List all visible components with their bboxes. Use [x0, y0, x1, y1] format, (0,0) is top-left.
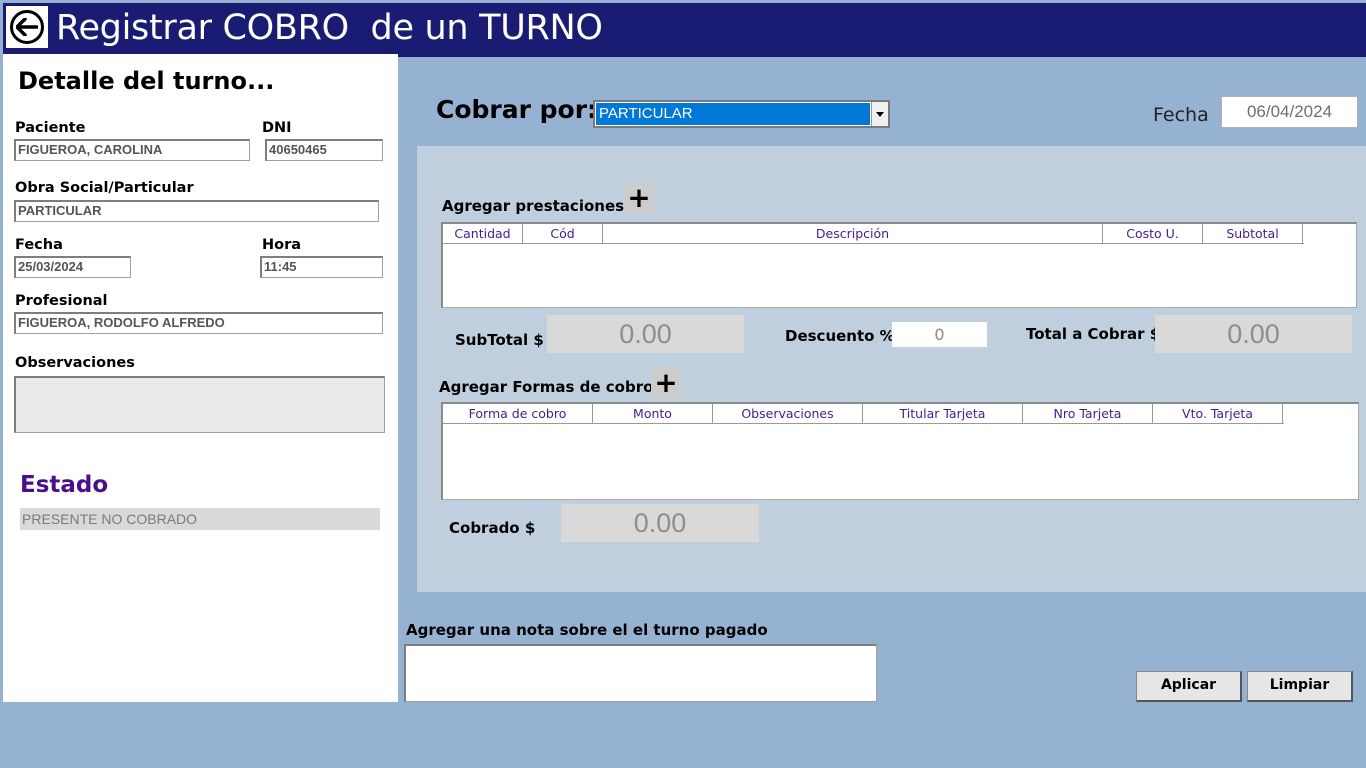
- cobrado-value: 0.00: [561, 504, 759, 542]
- plus-icon: +: [627, 181, 651, 214]
- cobrar-por-value: PARTICULAR: [596, 103, 870, 125]
- col-descripcion[interactable]: Descripción: [603, 224, 1103, 243]
- paciente-label: Paciente: [15, 120, 86, 136]
- descuento-input[interactable]: 0: [892, 322, 987, 347]
- limpiar-button[interactable]: Limpiar: [1247, 671, 1353, 702]
- estado-label: Estado: [20, 472, 109, 498]
- profesional-label: Profesional: [15, 293, 108, 309]
- agregar-formas-label: Agregar Formas de cobros:: [439, 378, 669, 396]
- obra-social-label: Obra Social/Particular: [15, 180, 194, 196]
- col-observaciones[interactable]: Observaciones: [713, 404, 863, 423]
- cobrado-label: Cobrado $: [449, 519, 536, 537]
- fecha-cobro-field[interactable]: 06/04/2024: [1221, 96, 1358, 128]
- nota-textarea[interactable]: [404, 644, 877, 702]
- profesional-field[interactable]: FIGUEROA, RODOLFO ALFREDO: [14, 312, 383, 334]
- back-button[interactable]: [6, 6, 48, 48]
- col-cantidad[interactable]: Cantidad: [443, 224, 523, 243]
- fecha-turno-label: Fecha: [15, 237, 63, 253]
- col-monto[interactable]: Monto: [593, 404, 713, 423]
- total-label: Total a Cobrar $: [1026, 325, 1161, 343]
- chevron-down-icon[interactable]: [871, 102, 888, 126]
- paciente-field[interactable]: FIGUEROA, CAROLINA: [14, 139, 250, 161]
- estado-value: PRESENTE NO COBRADO: [20, 508, 380, 530]
- col-cod[interactable]: Cód: [523, 224, 603, 243]
- cobrar-por-select[interactable]: PARTICULAR: [593, 100, 890, 128]
- page-title: Registrar COBRO de un TURNO: [56, 8, 603, 48]
- col-titular-tarjeta[interactable]: Titular Tarjeta: [863, 404, 1023, 423]
- cobrar-por-label: Cobrar por:: [436, 95, 598, 124]
- formas-cobro-grid[interactable]: Forma de cobro Monto Observaciones Titul…: [441, 402, 1359, 500]
- obra-social-field[interactable]: PARTICULAR: [14, 200, 379, 222]
- subtotal-label: SubTotal $: [455, 331, 544, 349]
- total-value: 0.00: [1155, 315, 1352, 353]
- dni-field[interactable]: 40650465: [265, 139, 383, 161]
- col-vto-tarjeta[interactable]: Vto. Tarjeta: [1153, 404, 1283, 423]
- prestaciones-header: Cantidad Cód Descripción Costo U. Subtot…: [443, 224, 1304, 244]
- col-subtotal[interactable]: Subtotal: [1203, 224, 1303, 243]
- add-forma-cobro-button[interactable]: +: [651, 368, 681, 398]
- col-costo-u[interactable]: Costo U.: [1103, 224, 1203, 243]
- fecha-cobro-label: Fecha: [1153, 104, 1209, 126]
- hora-field[interactable]: 11:45: [260, 256, 383, 278]
- formas-cobro-header: Forma de cobro Monto Observaciones Titul…: [443, 404, 1284, 424]
- back-arrow-icon: [10, 10, 44, 44]
- aplicar-button[interactable]: Aplicar: [1136, 671, 1242, 702]
- nota-label: Agregar una nota sobre el el turno pagad…: [406, 621, 768, 639]
- hora-label: Hora: [262, 237, 302, 253]
- fecha-turno-field[interactable]: 25/03/2024: [14, 256, 131, 278]
- subtotal-value: 0.00: [547, 315, 744, 353]
- observaciones-label: Observaciones: [15, 355, 135, 371]
- descuento-label: Descuento %: [785, 327, 895, 345]
- detail-heading: Detalle del turno...: [18, 67, 275, 95]
- dni-label: DNI: [262, 120, 292, 136]
- col-nro-tarjeta[interactable]: Nro Tarjeta: [1023, 404, 1153, 423]
- prestaciones-grid[interactable]: Cantidad Cód Descripción Costo U. Subtot…: [441, 222, 1357, 308]
- observaciones-field[interactable]: [14, 376, 385, 433]
- agregar-prestaciones-label: Agregar prestaciones:: [442, 197, 631, 215]
- col-forma-cobro[interactable]: Forma de cobro: [443, 404, 593, 423]
- add-prestacion-button[interactable]: +: [624, 183, 654, 213]
- plus-icon: +: [654, 366, 678, 399]
